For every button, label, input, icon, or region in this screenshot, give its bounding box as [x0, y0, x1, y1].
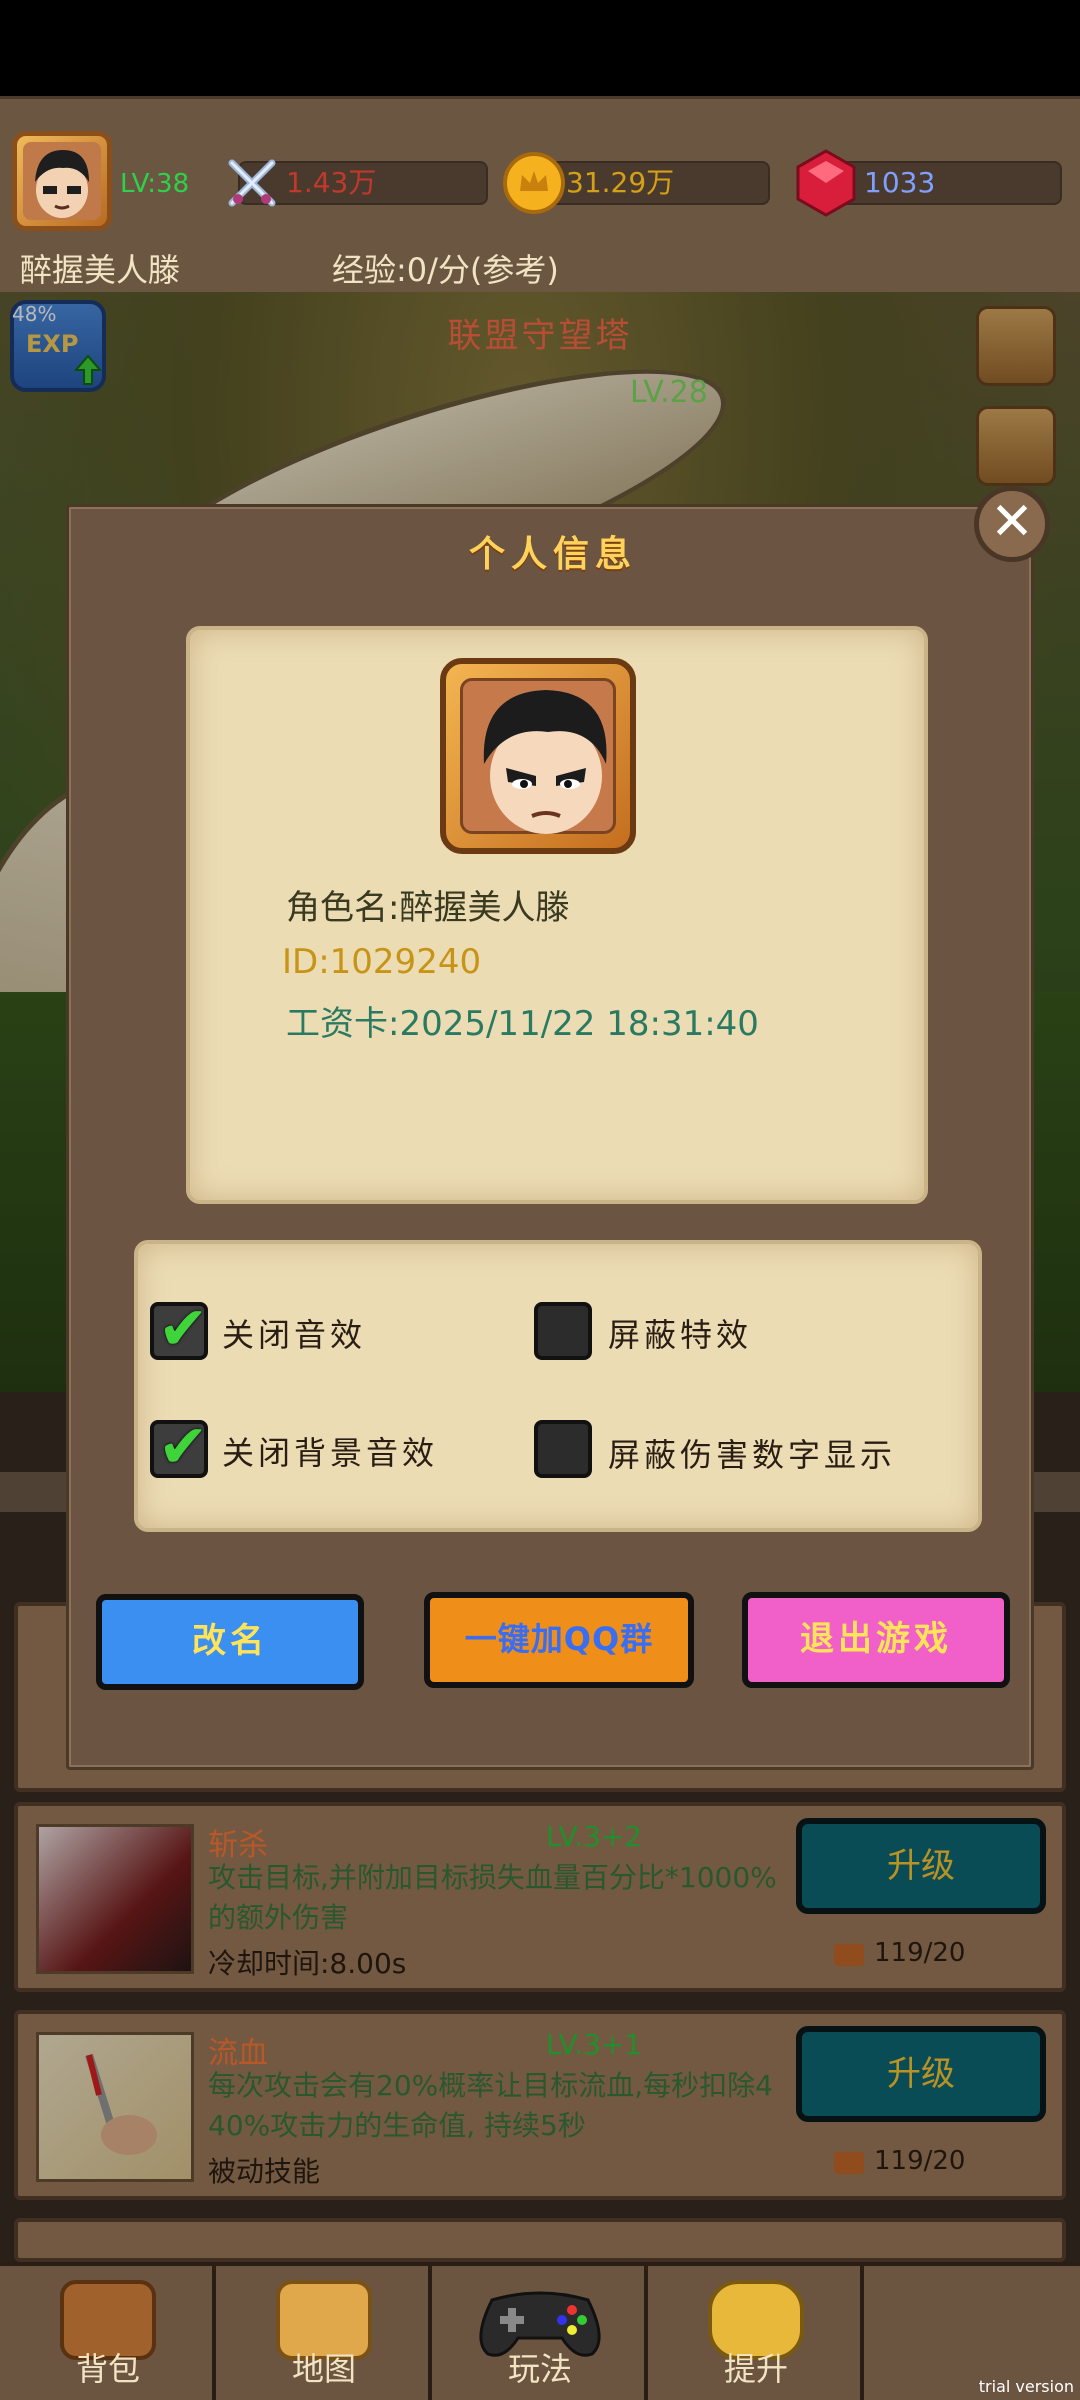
close-icon: ✕	[990, 492, 1034, 552]
crossed-swords-icon	[228, 159, 276, 207]
close-button[interactable]: ✕	[974, 486, 1050, 562]
wage-card: 工资卡:2025/11/22 18:31:40	[286, 1004, 759, 1044]
quit-game-button[interactable]: 退出游戏	[742, 1592, 1010, 1688]
character-face-icon	[483, 690, 607, 834]
option-label: 关闭背景音效	[222, 1434, 439, 1472]
option-label: 关闭音效	[222, 1316, 367, 1354]
option-label: 屏蔽特效	[608, 1316, 753, 1354]
status-strip	[0, 0, 1080, 96]
player-avatar[interactable]	[12, 131, 112, 231]
nav-map[interactable]: 地图	[216, 2266, 432, 2400]
nav-label: 背包	[75, 2350, 140, 2388]
trial-watermark: trial version	[978, 2377, 1074, 2396]
nav-label: 地图	[291, 2350, 356, 2388]
power-value: 1.43万	[286, 166, 377, 199]
player-level: LV:38	[120, 169, 190, 199]
profile-avatar[interactable]	[440, 658, 636, 854]
mute-sfx-checkbox[interactable]: ✔	[150, 1294, 208, 1364]
dialog-title: 个人信息	[468, 534, 637, 575]
nav-gameplay[interactable]: 玩法	[432, 2266, 648, 2400]
rename-button[interactable]: 改名	[96, 1594, 364, 1690]
settings-card	[134, 1240, 982, 1532]
check-icon: ✔	[158, 1294, 209, 1364]
player-id: ID:1029240	[282, 942, 482, 982]
check-icon: ✔	[158, 1412, 209, 1482]
red-gem-icon	[796, 149, 856, 217]
player-top-bar: LV:38 1.43万 31.29万 1033 醉握美人滕 经验:0/分(参考)	[0, 96, 1080, 292]
bottom-nav: 背包 地图 玩法 提升	[0, 2262, 1080, 2400]
join-qq-group-button[interactable]: 一键加QQ群	[424, 1592, 694, 1688]
exp-rate: 经验:0/分(参考)	[332, 251, 559, 289]
nav-upgrade[interactable]: 提升	[648, 2266, 864, 2400]
nav-label: 玩法	[507, 2350, 572, 2388]
player-name: 醉握美人滕	[20, 251, 181, 289]
player-face-icon	[35, 150, 89, 218]
gold-value: 31.29万	[566, 166, 675, 199]
nav-backpack[interactable]: 背包	[0, 2266, 216, 2400]
gold-coin-icon	[503, 152, 565, 214]
option-label: 屏蔽伤害数字显示	[608, 1436, 897, 1474]
role-name: 角色名:醉握美人滕	[286, 888, 570, 928]
hide-damage-numbers-checkbox[interactable]	[534, 1420, 592, 1478]
mute-bgm-checkbox[interactable]: ✔	[150, 1412, 208, 1482]
nav-label: 提升	[723, 2350, 788, 2388]
gem-value: 1033	[864, 166, 936, 199]
hide-effects-checkbox[interactable]	[534, 1302, 592, 1360]
